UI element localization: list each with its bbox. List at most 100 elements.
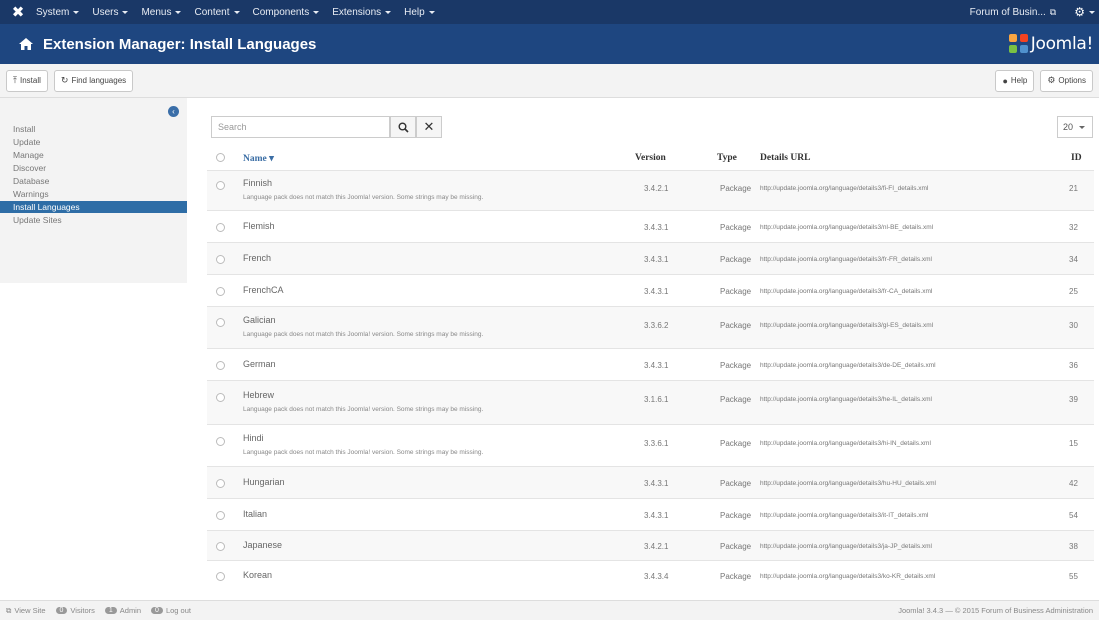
view-site-link[interactable]: ⧉ View Site — [6, 606, 46, 616]
home-icon — [9, 37, 43, 51]
external-link-icon: ⧉ — [1049, 6, 1057, 17]
row-checkbox[interactable] — [216, 255, 225, 264]
gear-icon: ⚙ — [1047, 75, 1056, 85]
id-cell: 55 — [1069, 572, 1078, 581]
row-checkbox[interactable] — [216, 361, 225, 370]
caret-down-icon — [233, 10, 240, 14]
menu-menus[interactable]: Menus — [141, 6, 182, 18]
menu-extensions[interactable]: Extensions — [332, 7, 392, 18]
table-row[interactable]: Hungarian 3.4.3.1 Package http://update.… — [207, 466, 1094, 498]
search-input[interactable]: Search — [211, 116, 390, 138]
row-checkbox[interactable] — [216, 318, 225, 327]
table-row[interactable]: Italian 3.4.3.1 Package http://update.jo… — [207, 498, 1094, 530]
sidebar-item-discover[interactable]: Discover — [0, 162, 187, 174]
visitors-status[interactable]: 0 Visitors — [55, 606, 95, 615]
clear-search-button[interactable]: ✕ — [416, 116, 442, 138]
table-header: Name ▾ Version Type Details URL ID — [207, 146, 1094, 170]
count-badge: 0 — [55, 607, 68, 614]
sidebar-item-update-sites[interactable]: Update Sites — [0, 214, 187, 226]
menu-content[interactable]: Content — [194, 7, 240, 18]
status-label: Visitors — [70, 606, 95, 615]
row-checkbox[interactable] — [216, 542, 225, 551]
row-checkbox[interactable] — [216, 511, 225, 520]
user-gear-icon[interactable]: ⚙ — [1074, 5, 1095, 19]
sidebar-toggle-icon[interactable]: ‹ — [168, 106, 179, 117]
sidebar-item-warnings[interactable]: Warnings — [0, 188, 187, 200]
details-url-link[interactable]: http://update.joomla.org/language/detail… — [760, 573, 935, 580]
sidebar-item-install-languages[interactable]: Install Languages — [0, 201, 187, 213]
details-url-link[interactable]: http://update.joomla.org/language/detail… — [760, 480, 936, 487]
status-bar: ⧉ View Site 0 Visitors 1 Admin 0 Log out Joo… — [0, 600, 1099, 620]
table-row[interactable]: Finnish Language pack does not match thi… — [207, 170, 1094, 210]
menu-help[interactable]: Help — [404, 7, 435, 18]
caret-down-icon — [175, 10, 182, 14]
joomla-x-icon[interactable]: ✖ — [0, 0, 36, 24]
row-checkbox[interactable] — [216, 181, 225, 190]
details-url-link[interactable]: http://update.joomla.org/language/detail… — [760, 362, 936, 369]
row-checkbox[interactable] — [216, 287, 225, 296]
details-url-link[interactable]: http://update.joomla.org/language/detail… — [760, 396, 932, 403]
sidebar-item-database[interactable]: Database — [0, 175, 187, 187]
table-row[interactable]: FrenchCA 3.4.3.1 Package http://update.j… — [207, 274, 1094, 306]
details-url-link[interactable]: http://update.joomla.org/language/detail… — [760, 288, 932, 295]
table-row[interactable]: Hebrew Language pack does not match this… — [207, 380, 1094, 424]
table-row[interactable]: German 3.4.3.1 Package http://update.joo… — [207, 348, 1094, 380]
table-row[interactable]: Korean 3.4.3.4 Package http://update.joo… — [207, 560, 1094, 590]
copyright-text: Joomla! 3.4.3 — © 2015 Forum of Business… — [898, 606, 1093, 615]
language-name: Galician — [243, 315, 276, 325]
table-row[interactable]: French 3.4.3.1 Package http://update.joo… — [207, 242, 1094, 274]
details-url-link[interactable]: http://update.joomla.org/language/detail… — [760, 543, 932, 550]
button-label: Help — [1010, 76, 1028, 85]
row-checkbox[interactable] — [216, 223, 225, 232]
details-url-link[interactable]: http://update.joomla.org/language/detail… — [760, 512, 928, 519]
version-cell: 3.4.3.1 — [644, 511, 669, 520]
language-name: Flemish — [243, 221, 275, 231]
language-name: German — [243, 359, 276, 369]
page-header: Extension Manager: Install Languages Joo… — [0, 24, 1099, 64]
caret-down-icon — [1089, 10, 1095, 14]
status-label: Admin — [119, 606, 142, 615]
list-limit-value: 20 — [1063, 122, 1074, 132]
search-button[interactable] — [390, 116, 416, 138]
table-row[interactable]: Flemish 3.4.3.1 Package http://update.jo… — [207, 210, 1094, 242]
menu-components[interactable]: Components — [253, 7, 320, 18]
row-checkbox[interactable] — [216, 479, 225, 488]
logout-link[interactable]: 0 Log out — [151, 606, 191, 615]
install-button[interactable]: ⤒ Install — [6, 69, 48, 92]
check-all-checkbox[interactable] — [216, 153, 225, 162]
language-name: Korean — [243, 570, 273, 580]
row-checkbox[interactable] — [216, 572, 225, 581]
language-name: Finnish — [243, 178, 273, 188]
button-label: Find languages — [71, 76, 127, 85]
menu-system[interactable]: System — [36, 7, 80, 18]
table-row[interactable]: Galician Language pack does not match th… — [207, 306, 1094, 348]
id-cell: 21 — [1069, 184, 1078, 193]
details-url-link[interactable]: http://update.joomla.org/language/detail… — [760, 185, 928, 192]
table-row[interactable]: Hindi Language pack does not match this … — [207, 424, 1094, 466]
details-url-link[interactable]: http://update.joomla.org/language/detail… — [760, 440, 931, 447]
find-languages-button[interactable]: ↻ Find languages — [53, 69, 134, 92]
id-cell: 32 — [1069, 223, 1078, 232]
menu-users[interactable]: Users — [92, 7, 129, 18]
details-url-link[interactable]: http://update.joomla.org/language/detail… — [760, 224, 933, 231]
details-url-link[interactable]: http://update.joomla.org/language/detail… — [760, 322, 933, 329]
type-cell: Package — [720, 542, 752, 551]
options-button[interactable]: ⚙ Options — [1040, 69, 1093, 92]
table-row[interactable]: Japanese 3.4.2.1 Package http://update.j… — [207, 530, 1094, 560]
sidebar-item-install[interactable]: Install — [0, 123, 187, 135]
question-circle-icon: ● — [1002, 75, 1008, 86]
row-checkbox[interactable] — [216, 393, 225, 402]
sidebar-item-update[interactable]: Update — [0, 136, 187, 148]
id-cell: 36 — [1069, 361, 1078, 370]
column-header-name[interactable]: Name ▾ — [243, 153, 274, 164]
row-checkbox[interactable] — [216, 437, 225, 446]
help-button[interactable]: ● Help — [995, 69, 1035, 92]
column-label: Name — [243, 153, 267, 164]
caret-down-icon — [313, 10, 320, 14]
site-link[interactable]: Forum of Busin... ⧉ — [970, 7, 1057, 18]
sidebar-item-manage[interactable]: Manage — [0, 149, 187, 161]
admin-status[interactable]: 1 Admin — [104, 606, 142, 615]
menu-label: Menus — [141, 6, 172, 18]
details-url-link[interactable]: http://update.joomla.org/language/detail… — [760, 256, 932, 263]
list-limit-select[interactable]: 20 — [1057, 116, 1093, 138]
